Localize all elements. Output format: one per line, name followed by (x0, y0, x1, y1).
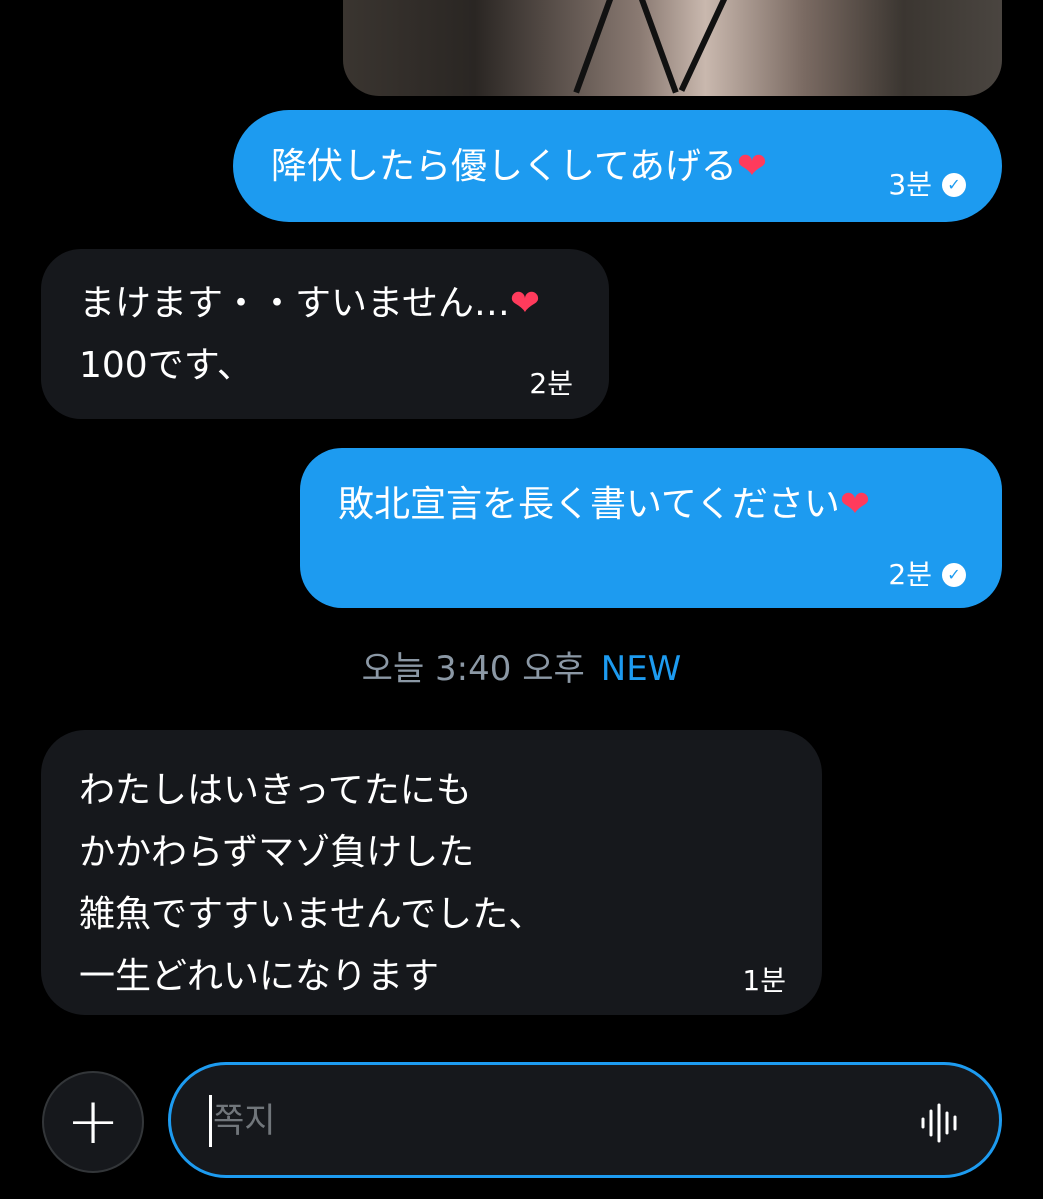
new-badge: NEW (600, 649, 682, 689)
message-composer[interactable] (168, 1062, 1002, 1178)
message-meta: 2분 ✓ (888, 544, 966, 606)
message-text: まけます・・すいません…❤ (79, 283, 541, 324)
heart-emoji: ❤ (509, 283, 541, 324)
voice-waveform-icon[interactable] (919, 1103, 963, 1143)
plus-icon: + (66, 1085, 120, 1159)
message-time: 3분 (888, 168, 932, 201)
message-time: 2분 (529, 367, 573, 400)
message-meta: 3분 ✓ (888, 154, 966, 216)
heart-emoji: ❤ (736, 146, 768, 187)
read-check-icon: ✓ (942, 563, 966, 587)
message-incoming[interactable]: わたしはいきってたにも かかわらずマゾ負けした 雑魚ですすいませんでした、 一生… (41, 730, 822, 1015)
image-attachment[interactable] (343, 0, 1002, 96)
message-incoming[interactable]: まけます・・すいません…❤ 100です、 2분 (41, 249, 609, 419)
message-time: 1분 (742, 964, 786, 997)
image-detail (633, 0, 679, 94)
image-detail (573, 0, 619, 94)
message-text: 敗北宣言を長く書いてください❤ (338, 484, 871, 525)
message-outgoing[interactable]: 降伏したら優しくしてあげる❤ 3분 ✓ (233, 110, 1002, 222)
new-messages-divider: 오늘 3:40 오후 NEW (0, 640, 1043, 698)
image-detail (678, 0, 734, 92)
message-meta: 1분 (742, 950, 786, 1012)
add-attachment-button[interactable]: + (42, 1071, 144, 1173)
read-check-icon: ✓ (942, 173, 966, 197)
message-meta: 2분 (529, 353, 573, 415)
message-text: わたしはいきってたにも かかわらずマゾ負けした 雑魚ですすいませんでした、 一生… (79, 770, 545, 997)
divider-time: 오늘 3:40 오후 (361, 649, 585, 689)
message-input[interactable] (211, 1090, 855, 1152)
message-outgoing[interactable]: 敗北宣言を長く書いてください❤ 2분 ✓ (300, 448, 1002, 608)
heart-emoji: ❤ (839, 484, 871, 525)
message-time: 2분 (888, 558, 932, 591)
